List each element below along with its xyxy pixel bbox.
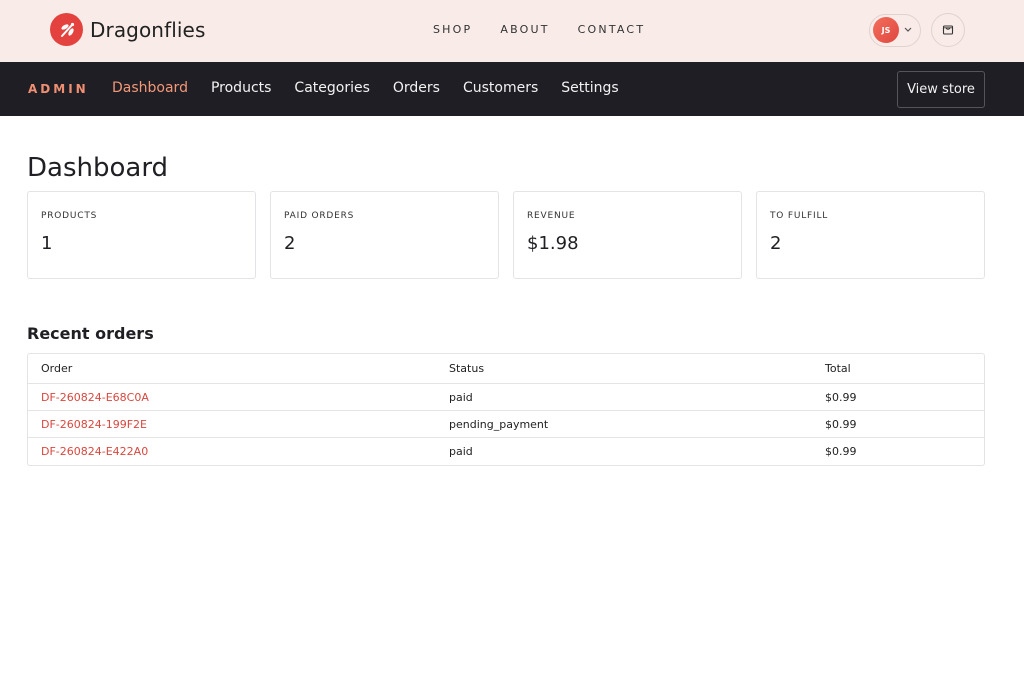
admin-nav-bar: ADMIN Dashboard Products Categories Orde… — [0, 62, 1024, 116]
dashboard-main: Dashboard PRODUCTS 1 PAID ORDERS 2 REVEN… — [0, 153, 1024, 466]
stat-label: PAID ORDERS — [284, 211, 355, 221]
table-row: DF-260824-E422A0 paid $0.99 — [28, 438, 984, 465]
table-header-row: Order Status Total — [28, 354, 984, 384]
stat-label: TO FULFILL — [770, 211, 829, 221]
header-actions: JS — [869, 13, 965, 47]
nav-link-about[interactable]: ABOUT — [500, 23, 549, 36]
stat-card-paid-orders: PAID ORDERS 2 — [270, 191, 499, 279]
avatar: JS — [873, 17, 899, 43]
store-nav: SHOP ABOUT CONTACT — [433, 23, 673, 36]
order-id-cell: DF-260824-E422A0 — [28, 438, 436, 465]
brand-logo-link[interactable]: Dragonflies — [50, 13, 205, 46]
stat-label: REVENUE — [527, 211, 576, 221]
stat-card-products: PRODUCTS 1 — [27, 191, 256, 279]
stat-card-revenue: REVENUE $1.98 — [513, 191, 742, 279]
dragonfly-icon — [50, 13, 83, 46]
nav-link-contact[interactable]: CONTACT — [578, 23, 646, 36]
table-row: DF-260824-E68C0A paid $0.99 — [28, 384, 984, 411]
order-id-cell: DF-260824-199F2E — [28, 411, 436, 438]
admin-nav-products[interactable]: Products — [211, 80, 271, 96]
stats-row: PRODUCTS 1 PAID ORDERS 2 REVENUE $1.98 T… — [27, 191, 985, 279]
brand-name: Dragonflies — [90, 17, 206, 42]
recent-orders-table: Order Status Total DF-260824-E68C0A paid… — [27, 353, 985, 466]
shopping-bag-icon — [942, 23, 954, 38]
chevron-down-icon — [904, 27, 912, 33]
order-link[interactable]: DF-260824-199F2E — [41, 418, 147, 431]
admin-nav-orders[interactable]: Orders — [393, 80, 440, 96]
admin-label: ADMIN — [28, 82, 89, 96]
stat-label: PRODUCTS — [41, 211, 98, 221]
order-link[interactable]: DF-260824-E422A0 — [41, 445, 148, 458]
admin-nav-categories[interactable]: Categories — [294, 80, 369, 96]
nav-link-shop[interactable]: SHOP — [433, 23, 472, 36]
column-header-status: Status — [436, 354, 812, 384]
order-status-cell: paid — [449, 445, 473, 458]
admin-nav-dashboard[interactable]: Dashboard — [112, 80, 188, 96]
stat-value: 2 — [770, 233, 782, 254]
order-total-cell: $0.99 — [812, 384, 984, 411]
page-title: Dashboard — [27, 153, 169, 183]
stat-value: $1.98 — [527, 233, 579, 254]
table-row: DF-260824-199F2E pending_payment $0.99 — [28, 411, 984, 438]
column-header-order: Order — [28, 354, 436, 384]
store-header: Dragonflies SHOP ABOUT CONTACT JS — [0, 0, 1024, 62]
user-menu-button[interactable]: JS — [869, 13, 921, 47]
column-header-total: Total — [812, 354, 984, 384]
stat-value: 2 — [284, 233, 296, 254]
view-store-button[interactable]: View store — [897, 71, 985, 108]
admin-nav-settings[interactable]: Settings — [561, 80, 618, 96]
admin-nav-customers[interactable]: Customers — [463, 80, 538, 96]
cart-button[interactable] — [931, 13, 965, 47]
recent-orders-title: Recent orders — [27, 324, 154, 343]
order-link[interactable]: DF-260824-E68C0A — [41, 391, 149, 404]
stat-value: 1 — [41, 233, 53, 254]
order-total-cell: $0.99 — [812, 411, 984, 438]
order-status-cell: pending_payment — [436, 411, 812, 438]
stat-card-to-fulfill: TO FULFILL 2 — [756, 191, 985, 279]
admin-nav: Dashboard Products Categories Orders Cus… — [112, 80, 642, 96]
order-id-cell: DF-260824-E68C0A — [28, 384, 436, 411]
order-status-cell: paid — [436, 384, 812, 411]
order-total-cell: $0.99 — [825, 445, 857, 458]
